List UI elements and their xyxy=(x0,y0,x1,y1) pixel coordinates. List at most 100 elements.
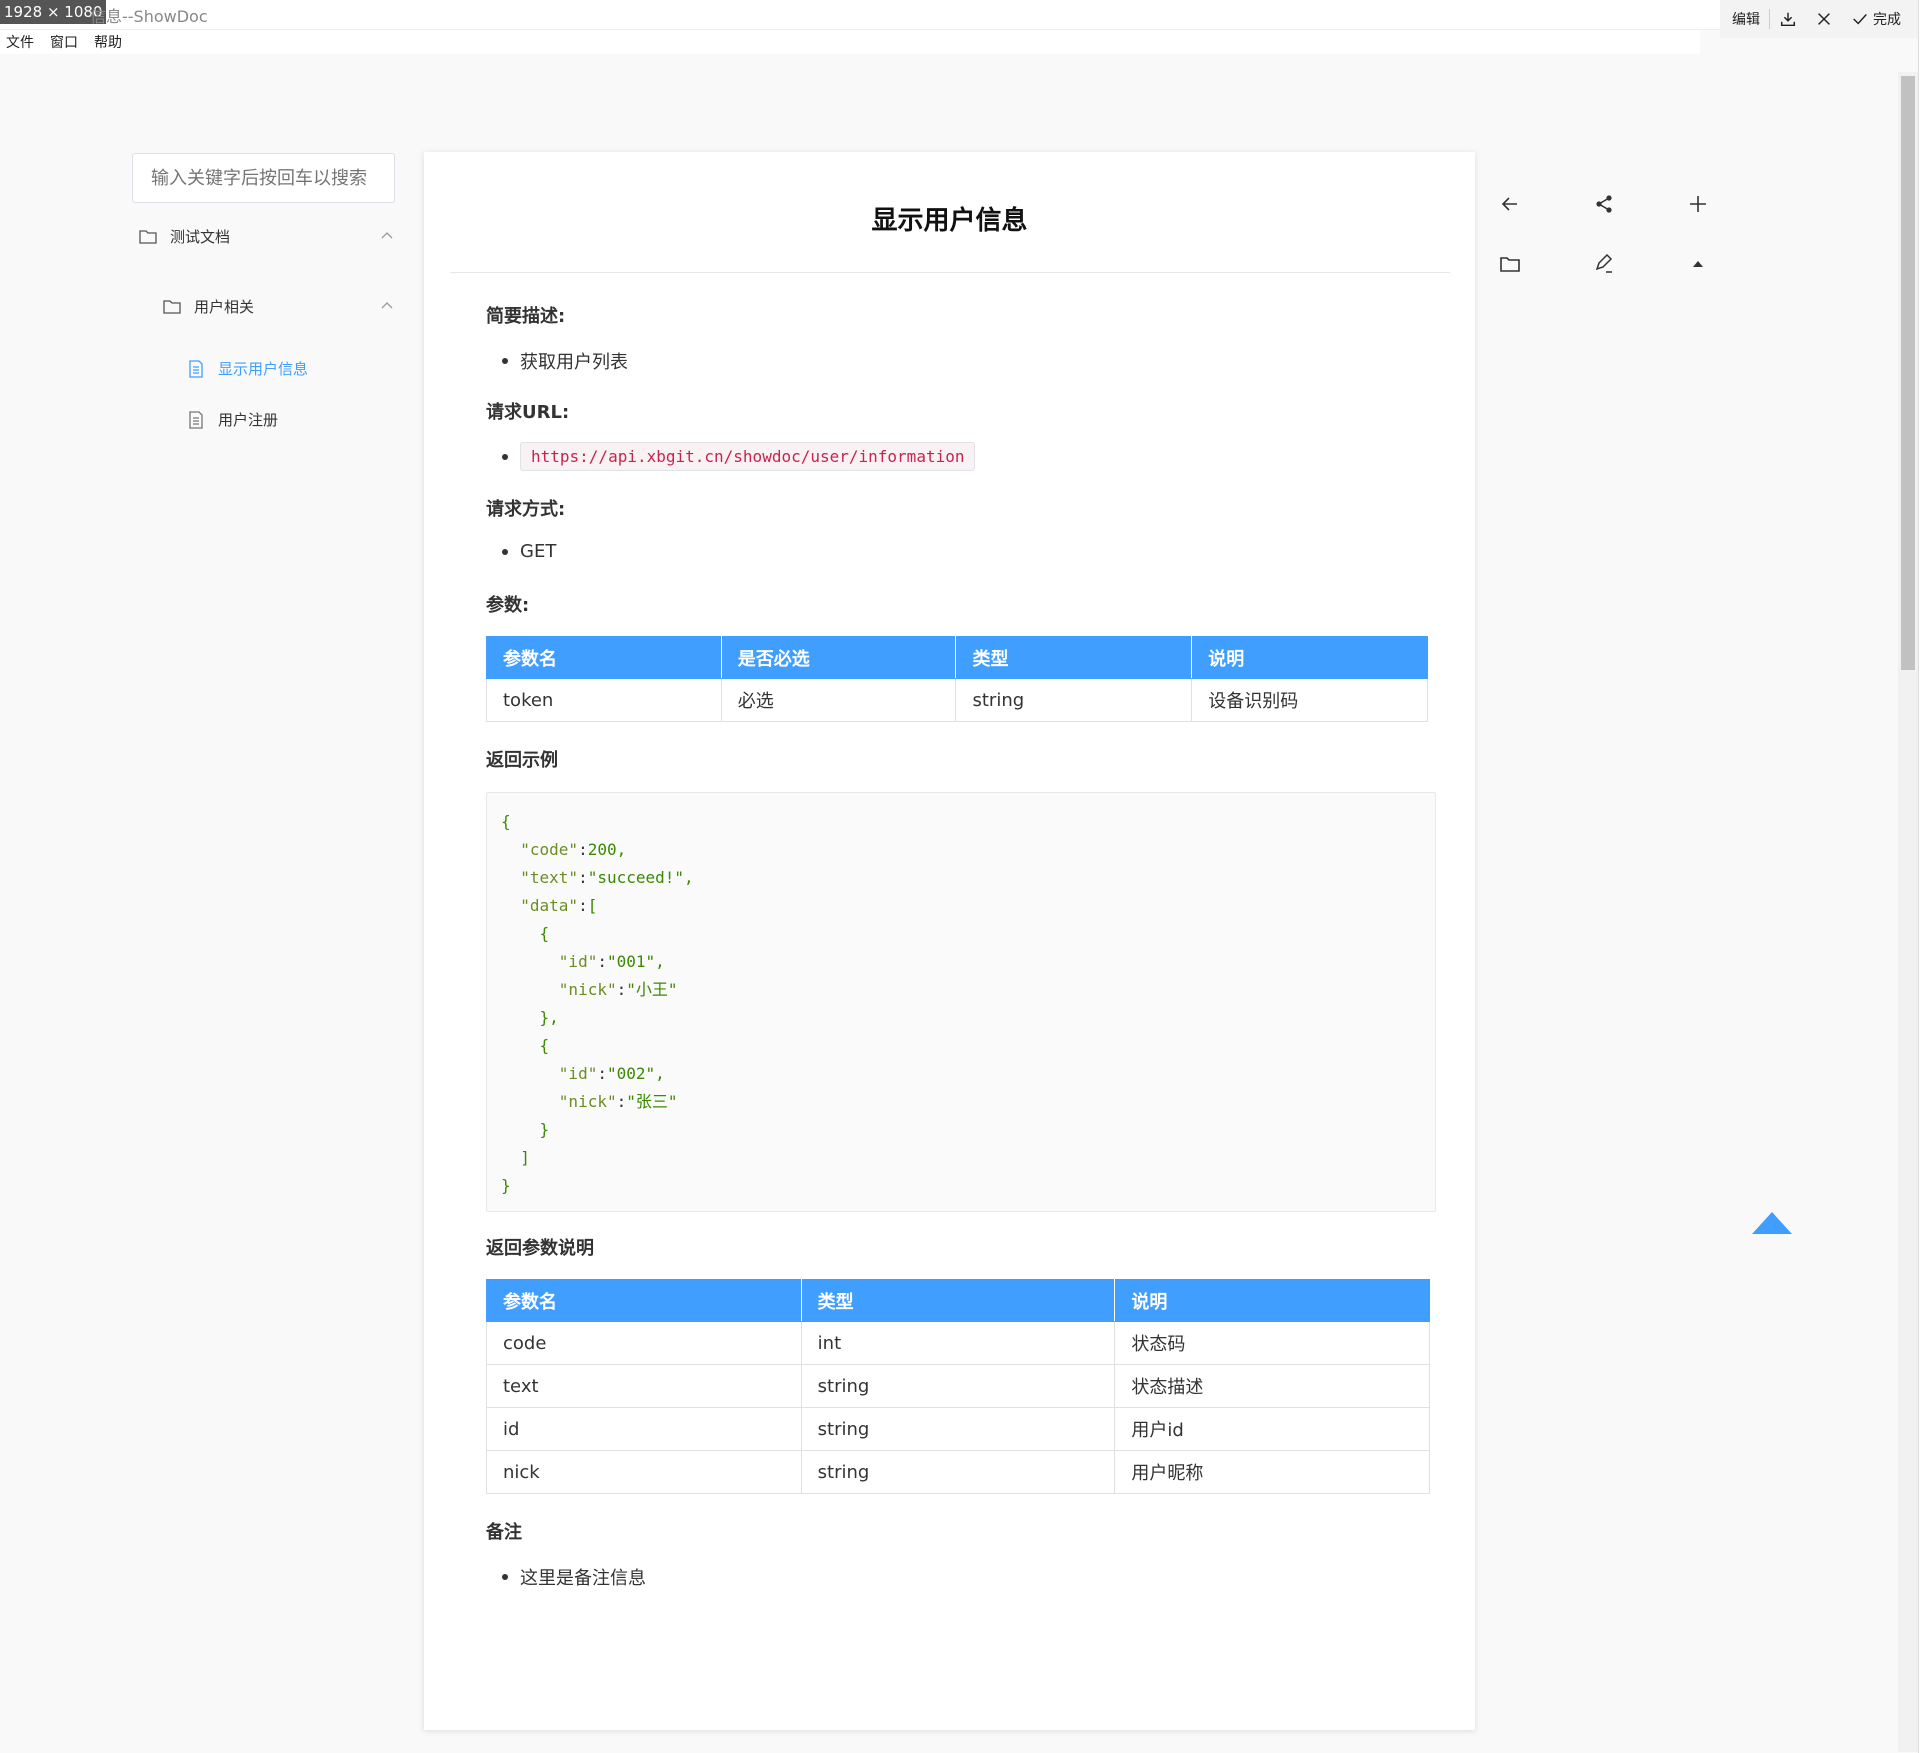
desc-item: 获取用户列表 xyxy=(520,352,628,373)
table-cell: string xyxy=(955,678,1193,722)
done-button[interactable]: 完成 xyxy=(1851,9,1901,29)
window-title: 信息--ShowDoc xyxy=(90,7,208,26)
divider xyxy=(450,272,1450,273)
code-line: { xyxy=(501,1036,550,1055)
menu-file[interactable]: 文件 xyxy=(6,32,34,52)
table-cell: 状态码 xyxy=(1114,1321,1430,1365)
request-url[interactable]: https://api.xbgit.cn/showdoc/user/inform… xyxy=(520,442,976,471)
check-icon xyxy=(1853,14,1867,25)
document-card: 显示用户信息 简要描述: 获取用户列表 请求URL: https://api.x… xyxy=(424,152,1475,1730)
code-line: "nick":"张三" xyxy=(558,1092,678,1111)
document-icon xyxy=(189,359,203,378)
code-line: { xyxy=(501,812,511,831)
params-heading: 参数: xyxy=(486,595,530,616)
window-edge xyxy=(1918,0,1926,1753)
column-header: 是否必选 xyxy=(720,636,957,679)
desc-heading: 简要描述: xyxy=(486,306,566,327)
list-item: GET xyxy=(502,541,556,562)
column-header: 参数名 xyxy=(486,636,722,679)
tree-folder-user[interactable]: 用户相关 xyxy=(162,296,396,317)
method-item: GET xyxy=(520,541,557,562)
column-header: 参数名 xyxy=(486,1279,802,1322)
tree-folder-test-docs[interactable]: 测试文档 xyxy=(138,226,396,247)
tree-label: 测试文档 xyxy=(170,228,231,246)
method-heading: 请求方式: xyxy=(486,499,566,520)
share-icon[interactable] xyxy=(1592,192,1616,216)
window-titlebar: 1928 × 1080 信息--ShowDoc xyxy=(0,0,1926,30)
table-cell: 用户id xyxy=(1114,1407,1430,1451)
tree-page-user-register[interactable]: 用户注册 xyxy=(186,409,278,430)
code-line: } xyxy=(501,1120,550,1139)
tree-page-show-user-info[interactable]: 显示用户信息 xyxy=(186,358,308,379)
edit-icon[interactable] xyxy=(1592,252,1616,276)
title-actions: 编辑 完成 xyxy=(1720,0,1926,38)
close-icon[interactable] xyxy=(1815,10,1833,28)
tree-label: 用户相关 xyxy=(194,298,255,316)
table-cell: 状态描述 xyxy=(1114,1364,1430,1408)
table-row: code int 状态码 xyxy=(486,1321,1430,1365)
download-icon[interactable] xyxy=(1779,10,1797,28)
back-to-top-triangle-up-icon[interactable] xyxy=(1752,1210,1792,1234)
column-header: 说明 xyxy=(1191,636,1428,679)
table-cell: token xyxy=(486,678,722,722)
arrow-left-icon[interactable] xyxy=(1498,192,1522,216)
example-heading: 返回示例 xyxy=(486,750,558,771)
table-row: text string 状态描述 xyxy=(486,1364,1430,1408)
menubar: 文件 窗口 帮助 xyxy=(0,30,1700,54)
menu-window[interactable]: 窗口 xyxy=(50,32,78,52)
menu-help[interactable]: 帮助 xyxy=(94,32,122,52)
column-header: 类型 xyxy=(800,1279,1116,1322)
list-item: 获取用户列表 xyxy=(502,348,628,374)
tree-label: 显示用户信息 xyxy=(218,360,309,378)
folder-icon xyxy=(139,229,157,244)
code-line: "nick":"小王" xyxy=(558,980,678,999)
table-cell: nick xyxy=(486,1450,802,1494)
chevron-up-icon[interactable] xyxy=(380,299,394,313)
table-cell: string xyxy=(800,1450,1116,1494)
table-cell: string xyxy=(800,1364,1116,1408)
caret-up-icon[interactable] xyxy=(1686,252,1710,276)
note-item: 这里是备注信息 xyxy=(520,1568,646,1589)
list-item: 这里是备注信息 xyxy=(502,1564,646,1590)
code-line: "id":"001", xyxy=(558,952,665,971)
table-cell: text xyxy=(486,1364,802,1408)
table-cell: string xyxy=(800,1407,1116,1451)
code-block[interactable]: { "code":200, "text":"succeed!", "data":… xyxy=(486,792,1436,1212)
table-row: token 必选 string 设备识别码 xyxy=(486,678,1428,722)
plus-icon[interactable] xyxy=(1686,192,1710,216)
table-cell: code xyxy=(486,1321,802,1365)
chevron-up-icon[interactable] xyxy=(380,229,394,243)
table-row: id string 用户id xyxy=(486,1407,1430,1451)
page-title: 显示用户信息 xyxy=(871,206,1028,236)
table-cell: 必选 xyxy=(720,678,957,722)
scrollbar-thumb[interactable] xyxy=(1901,76,1915,670)
code-line: { xyxy=(501,924,550,943)
tree-label: 用户注册 xyxy=(218,411,279,429)
document-icon xyxy=(189,410,203,429)
column-header: 类型 xyxy=(955,636,1193,679)
edit-button[interactable]: 编辑 xyxy=(1732,9,1760,29)
vertical-scrollbar[interactable] xyxy=(1898,72,1918,1752)
return-heading: 返回参数说明 xyxy=(486,1238,594,1259)
table-header-row: 参数名 类型 说明 xyxy=(486,1279,1430,1322)
params-table: 参数名 是否必选 类型 说明 token 必选 string 设备识别码 xyxy=(486,636,1428,722)
column-header: 说明 xyxy=(1114,1279,1430,1322)
url-heading: 请求URL: xyxy=(486,402,570,423)
code-line: ] xyxy=(501,1148,530,1167)
code-line: "text":"succeed!", xyxy=(520,868,694,887)
return-params-table: 参数名 类型 说明 code int 状态码 text string 状态描述 … xyxy=(486,1279,1430,1494)
table-cell: id xyxy=(486,1407,802,1451)
separator xyxy=(1769,9,1770,29)
folder-icon[interactable] xyxy=(1498,252,1522,276)
table-cell: 用户昵称 xyxy=(1114,1450,1430,1494)
code-line: "data":[ xyxy=(520,896,598,915)
code-line: }, xyxy=(501,1008,559,1027)
table-cell: int xyxy=(800,1321,1116,1365)
code-line: } xyxy=(501,1176,511,1195)
folder-icon xyxy=(163,299,181,314)
done-label: 完成 xyxy=(1873,12,1901,28)
list-item: https://api.xbgit.cn/showdoc/user/inform… xyxy=(502,442,976,471)
table-header-row: 参数名 是否必选 类型 说明 xyxy=(486,636,1428,679)
table-cell: 设备识别码 xyxy=(1191,678,1428,722)
search-input[interactable] xyxy=(132,153,395,203)
